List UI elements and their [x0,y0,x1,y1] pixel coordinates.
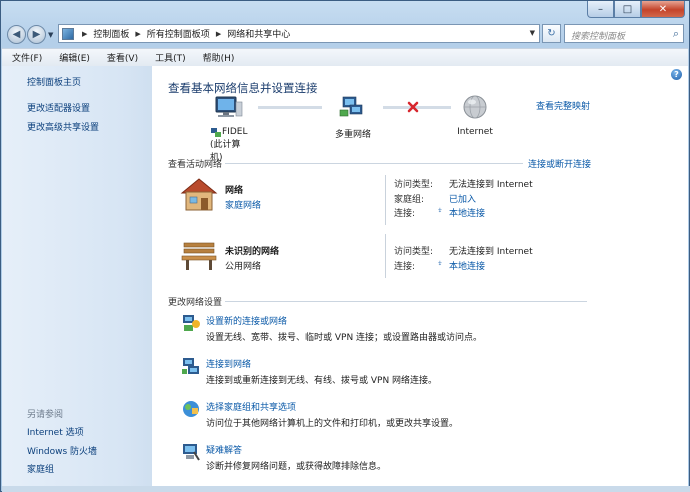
menu-tools[interactable]: 工具(T) [145,51,193,64]
full-map-link[interactable]: 查看完整映射 [536,99,590,112]
menu-bar: 文件(F) 编辑(E) 查看(V) 工具(T) 帮助(H) [2,48,688,67]
network-1-divider [385,175,386,225]
breadcrumb-arrow-icon[interactable]: ▶ [135,30,140,38]
maximize-button[interactable]: □ [614,1,641,18]
breadcrumb-item-control-panel[interactable]: 控制面板 [93,27,129,40]
network-1-homegroup-key: 家庭组: [394,195,425,205]
ethernet-icon: ⍖ [437,205,443,216]
window-bottom-border [2,486,690,492]
network-2-access-key: 访问类型: [394,247,434,257]
network-2-connection-link[interactable]: 本地连接 [449,259,485,272]
task-setup-connection-desc: 设置无线、宽带、拨号、临时或 VPN 连接；或设置路由器或访问点。 [206,333,483,343]
see-also-heading: 另请参阅 [27,410,64,420]
home-icon [180,178,218,211]
help-icon[interactable]: ? [671,69,682,80]
map-link-line-left [258,106,322,109]
active-networks-heading: 查看活动网络 [168,160,223,170]
sidebar-link-internet-options[interactable]: Internet 选项 [27,425,84,438]
troubleshoot-icon [183,444,200,461]
sidebar: 控制面板主页 更改适配器设置 更改高级共享设置 另请参阅 Internet 选项… [2,66,152,486]
search-input[interactable]: 搜索控制面板 ⌕ [564,24,684,43]
network-2-divider [385,234,386,278]
breadcrumb-arrow-icon[interactable]: ▶ [216,30,221,38]
task-homegroup-link[interactable]: 选择家庭组和共享选项 [206,400,296,413]
multiple-networks-icon [339,96,363,117]
window: – □ ✕ ◀ ▶ ▼ ▶ 控制面板 ▶ 所有控制面板项 ▶ 网络和共享中心 ▼… [0,0,690,492]
title-bar: – □ ✕ [1,1,689,21]
connect-disconnect-link[interactable]: 连接或断开连接 [528,157,591,170]
menu-help[interactable]: 帮助(H) [193,51,242,64]
main-content: ? 查看基本网络信息并设置连接 查看完整映射 FIDEL (此计算机) 多重网络… [152,66,688,486]
section-divider [225,163,523,164]
sidebar-link-windows-firewall[interactable]: Windows 防火墙 [27,444,97,457]
task-connect-network-link[interactable]: 连接到网络 [206,357,251,370]
network-2-connection-key: 连接: [394,262,416,272]
internet-globe-icon [463,95,487,119]
network-1-access-key: 访问类型: [394,180,434,190]
network-1-access-value: 无法连接到 Internet [449,180,533,190]
search-placeholder: 搜索控制面板 [571,32,626,42]
sidebar-link-advanced-sharing[interactable]: 更改高级共享设置 [27,120,99,133]
computer-icon [215,96,243,117]
task-homegroup-desc: 访问位于其他网络计算机上的文件和打印机，或更改共享设置。 [206,419,459,429]
sidebar-link-control-panel-home[interactable]: 控制面板主页 [27,75,81,88]
task-troubleshoot-desc: 诊断并修复网络问题，或获得故障排除信息。 [206,462,387,472]
breadcrumb-item-network-center[interactable]: 网络和共享中心 [227,27,290,40]
refresh-icon: ↻ [547,28,556,39]
navigation-bar: ◀ ▶ ▼ ▶ 控制面板 ▶ 所有控制面板项 ▶ 网络和共享中心 ▼ ↻ 搜索控… [1,20,689,48]
network-map [215,95,487,119]
sidebar-link-homegroup[interactable]: 家庭组 [27,462,54,475]
menu-file[interactable]: 文件(F) [2,51,49,64]
task-troubleshoot-link[interactable]: 疑难解答 [206,443,242,456]
connect-network-icon [182,358,199,374]
network-1-connection-link[interactable]: 本地连接 [449,206,485,219]
park-bench-icon [181,242,217,270]
forward-button[interactable]: ▶ [27,25,46,44]
back-button[interactable]: ◀ [7,25,26,44]
ethernet-icon: ⍖ [437,258,443,269]
section-divider [225,301,587,302]
breadcrumb-arrow-icon[interactable]: ▶ [82,30,87,38]
caption-buttons: – □ ✕ [587,1,685,19]
close-button[interactable]: ✕ [641,1,685,18]
sidebar-link-adapter-settings[interactable]: 更改适配器设置 [27,101,90,114]
network-2-name: 未识别的网络 [225,247,280,257]
menu-view[interactable]: 查看(V) [97,51,145,64]
computer-network-icon [211,128,221,137]
network-1-homegroup-link[interactable]: 已加入 [449,192,476,205]
search-icon[interactable]: ⌕ [673,27,679,41]
control-panel-icon [62,27,74,40]
address-dropdown-icon[interactable]: ▼ [530,29,535,37]
menu-edit[interactable]: 编辑(E) [49,51,97,64]
network-2-access-value: 无法连接到 Internet [449,247,533,257]
task-setup-connection-link[interactable]: 设置新的连接或网络 [206,314,287,327]
map-link-line-right [383,106,451,109]
address-bar[interactable]: ▶ 控制面板 ▶ 所有控制面板项 ▶ 网络和共享中心 ▼ [58,24,540,43]
change-settings-heading: 更改网络设置 [168,298,223,308]
minimize-button[interactable]: – [587,1,614,18]
breadcrumb: ▶ 控制面板 ▶ 所有控制面板项 ▶ 网络和共享中心 [76,27,290,41]
multiple-networks-label: 多重网络 [334,130,371,140]
network-1-connection-key: 连接: [394,209,416,219]
homegroup-icon [183,401,199,417]
breadcrumb-item-all-items[interactable]: 所有控制面板项 [147,27,210,40]
refresh-button[interactable]: ↻ [542,24,561,43]
recent-pages-dropdown-icon[interactable]: ▼ [48,31,53,39]
network-1-type-link[interactable]: 家庭网络 [225,198,261,211]
new-connection-icon [183,315,200,331]
internet-label: Internet [457,127,493,137]
network-2-type: 公用网络 [225,262,262,272]
network-1-name: 网络 [225,186,244,196]
task-connect-network-desc: 连接到或重新连接到无线、有线、拨号或 VPN 网络连接。 [206,376,438,386]
